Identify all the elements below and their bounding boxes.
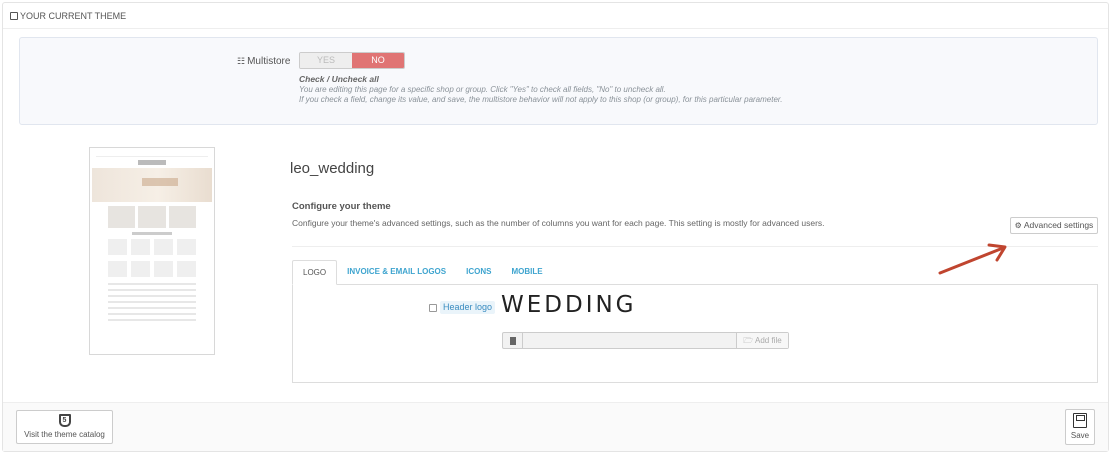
gear-icon: ⚙ bbox=[1014, 221, 1022, 230]
header-logo-label: Header logo bbox=[440, 301, 496, 314]
panel-footer: 5 Visit the theme catalog Save bbox=[3, 402, 1108, 451]
multistore-help-title: Check / Uncheck all bbox=[299, 74, 379, 84]
tab-logo[interactable]: LOGO bbox=[292, 260, 338, 285]
folder-icon: 🗁 bbox=[743, 336, 754, 345]
tab-icons[interactable]: ICONS bbox=[456, 260, 501, 285]
theme-icon bbox=[10, 12, 18, 20]
multistore-help: Check / Uncheck all You are editing this… bbox=[299, 74, 783, 106]
multistore-help-line2: If you check a field, change its value, … bbox=[299, 95, 783, 104]
add-file-button[interactable]: 🗁 Add file bbox=[736, 333, 788, 348]
multistore-box: ☷ Multistore YES NO Check / Uncheck all Y… bbox=[19, 37, 1098, 125]
multistore-label: ☷ Multistore bbox=[237, 56, 290, 67]
visit-catalog-label: Visit the theme catalog bbox=[24, 430, 105, 439]
panel-title: YOUR CURRENT THEME bbox=[20, 11, 127, 21]
sitemap-icon: ☷ bbox=[237, 56, 246, 66]
file-name-field[interactable] bbox=[523, 333, 736, 348]
config-description: Configure your theme's advanced settings… bbox=[292, 218, 825, 228]
file-upload: 🗁 Add file bbox=[502, 332, 789, 349]
multistore-switch[interactable]: YES NO bbox=[299, 52, 405, 69]
current-theme-panel: YOUR CURRENT THEME ☷ Multistore YES NO Ch… bbox=[2, 2, 1109, 452]
theme-thumbnail bbox=[89, 147, 215, 355]
header-logo-checkbox[interactable] bbox=[429, 304, 437, 312]
panel-heading: YOUR CURRENT THEME bbox=[3, 3, 1108, 29]
logo-preview: WEDDING bbox=[501, 292, 637, 318]
multistore-label-text: Multistore bbox=[247, 56, 291, 67]
save-label: Save bbox=[1070, 431, 1090, 440]
add-file-label: Add file bbox=[755, 336, 782, 345]
multistore-yes[interactable]: YES bbox=[300, 53, 352, 68]
red-arrow-annotation bbox=[938, 243, 1007, 275]
theme-name: leo_wedding bbox=[290, 160, 375, 177]
logo-tabs: LOGO INVOICE & EMAIL LOGOS ICONS MOBILE bbox=[292, 260, 553, 285]
advanced-settings-label: Advanced settings bbox=[1023, 220, 1094, 230]
visit-theme-catalog-button[interactable]: 5 Visit the theme catalog bbox=[16, 410, 113, 444]
save-button[interactable]: Save bbox=[1065, 409, 1095, 445]
file-icon bbox=[503, 333, 523, 348]
advanced-settings-button[interactable]: ⚙ Advanced settings bbox=[1010, 217, 1098, 234]
multistore-no[interactable]: NO bbox=[352, 53, 404, 68]
config-title: Configure your theme bbox=[292, 201, 391, 212]
multistore-help-line1: You are editing this page for a specific… bbox=[299, 84, 666, 94]
html5-icon: 5 bbox=[58, 414, 71, 427]
save-icon bbox=[1073, 413, 1087, 428]
tab-invoice-email-logos[interactable]: INVOICE & EMAIL LOGOS bbox=[337, 260, 456, 285]
tab-mobile[interactable]: MOBILE bbox=[501, 260, 552, 285]
